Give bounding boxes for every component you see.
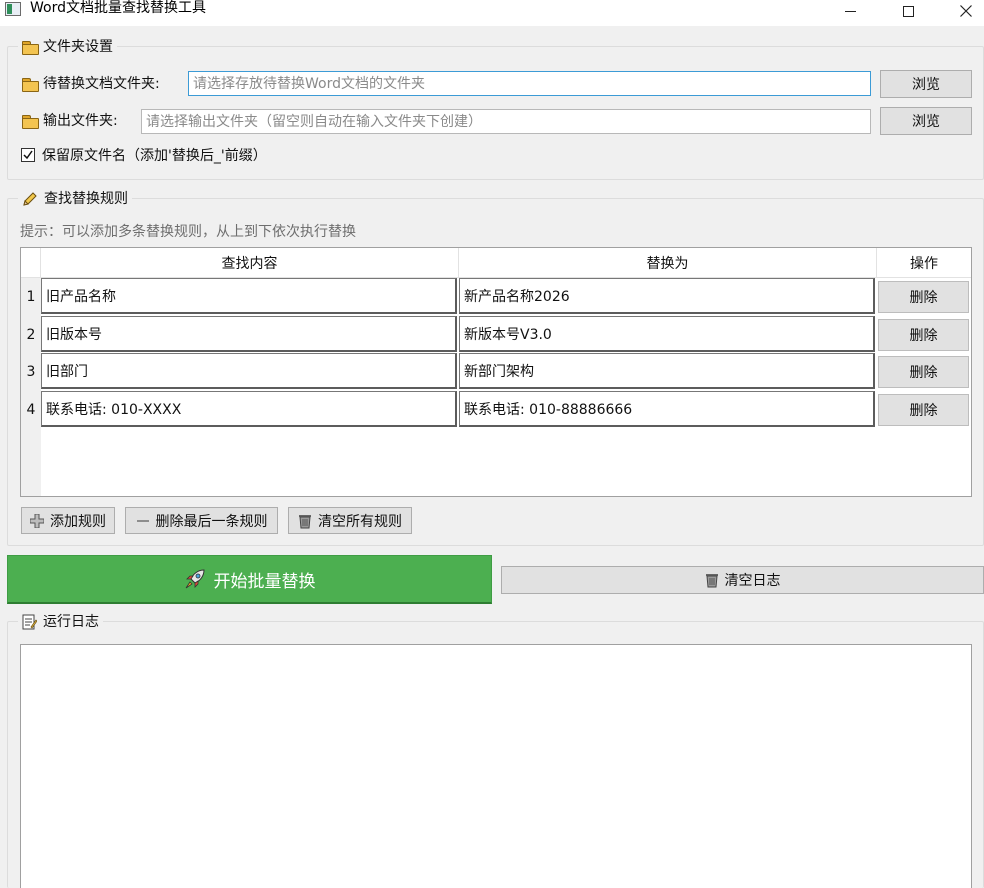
- memo-icon: [22, 614, 37, 630]
- delete-row-button[interactable]: 删除: [878, 356, 969, 388]
- title-bar: Word文档批量查找替换工具: [0, 0, 984, 26]
- folder-settings-title: 文件夹设置: [18, 38, 117, 56]
- delete-row-button[interactable]: 删除: [878, 319, 969, 351]
- maximize-button[interactable]: [885, 0, 931, 22]
- keep-name-label[interactable]: 保留原文件名（添加'替换后_'前缀）: [42, 147, 267, 165]
- find-cell[interactable]: 旧产品名称: [41, 278, 457, 314]
- row-number: 1: [26, 288, 36, 305]
- input-folder-field[interactable]: [188, 71, 871, 96]
- log-output[interactable]: [20, 644, 972, 888]
- log-title: 运行日志: [18, 613, 103, 631]
- rocket-icon: [185, 569, 205, 589]
- rules-table: 查找内容 替换为 操作 1 旧产品名称 新产品名称2026 删除 2 旧版本号 …: [20, 247, 972, 497]
- pencil-icon: [23, 192, 37, 206]
- input-folder-label: 待替换文档文件夹:: [22, 75, 160, 93]
- trash-icon: [705, 574, 718, 588]
- replace-cell[interactable]: 联系电话: 010-88886666: [459, 391, 875, 427]
- folder-icon: [22, 78, 39, 92]
- header-find[interactable]: 查找内容: [41, 248, 459, 278]
- start-batch-replace-button[interactable]: 开始批量替换: [7, 555, 492, 604]
- find-cell[interactable]: 旧版本号: [41, 316, 457, 352]
- find-cell[interactable]: 联系电话: 010-XXXX: [41, 391, 457, 427]
- app-icon: [5, 2, 21, 16]
- close-button[interactable]: [943, 0, 984, 22]
- minus-icon: [136, 519, 149, 522]
- row-number: 2: [26, 326, 36, 343]
- replace-cell[interactable]: 新版本号V3.0: [459, 316, 875, 352]
- output-folder-field[interactable]: [141, 109, 871, 134]
- header-replace[interactable]: 替换为: [459, 248, 877, 278]
- trash-icon: [299, 514, 311, 528]
- keep-name-checkbox[interactable]: [21, 148, 35, 162]
- close-icon: [960, 5, 972, 17]
- add-rule-button[interactable]: 添加规则: [21, 507, 115, 534]
- checkmark-icon: [23, 150, 33, 160]
- browse-input-button[interactable]: 浏览: [880, 70, 972, 98]
- maximize-icon: [902, 5, 914, 17]
- replace-cell[interactable]: 新产品名称2026: [459, 278, 875, 314]
- browse-output-button[interactable]: 浏览: [880, 107, 972, 135]
- delete-row-button[interactable]: 删除: [878, 281, 969, 313]
- row-number: 3: [26, 363, 36, 380]
- output-folder-label: 输出文件夹:: [22, 112, 118, 130]
- delete-row-button[interactable]: 删除: [878, 394, 969, 426]
- remove-last-rule-button[interactable]: 删除最后一条规则: [125, 507, 278, 534]
- header-action[interactable]: 操作: [877, 248, 971, 278]
- window-title: Word文档批量查找替换工具: [30, 0, 206, 16]
- rules-title: 查找替换规则: [18, 190, 132, 208]
- clear-log-button[interactable]: 清空日志: [501, 566, 984, 594]
- clear-all-rules-button[interactable]: 清空所有规则: [288, 507, 412, 534]
- minimize-button[interactable]: [827, 0, 873, 22]
- find-cell[interactable]: 旧部门: [41, 353, 457, 389]
- folder-icon: [22, 41, 39, 55]
- folder-icon: [22, 115, 39, 129]
- replace-cell[interactable]: 新部门架构: [459, 353, 875, 389]
- header-corner: [21, 248, 41, 278]
- row-number: 4: [26, 401, 36, 418]
- plus-icon: [30, 513, 44, 528]
- rules-hint: 提示：可以添加多条替换规则，从上到下依次执行替换: [20, 224, 356, 240]
- minimize-icon: [844, 10, 856, 12]
